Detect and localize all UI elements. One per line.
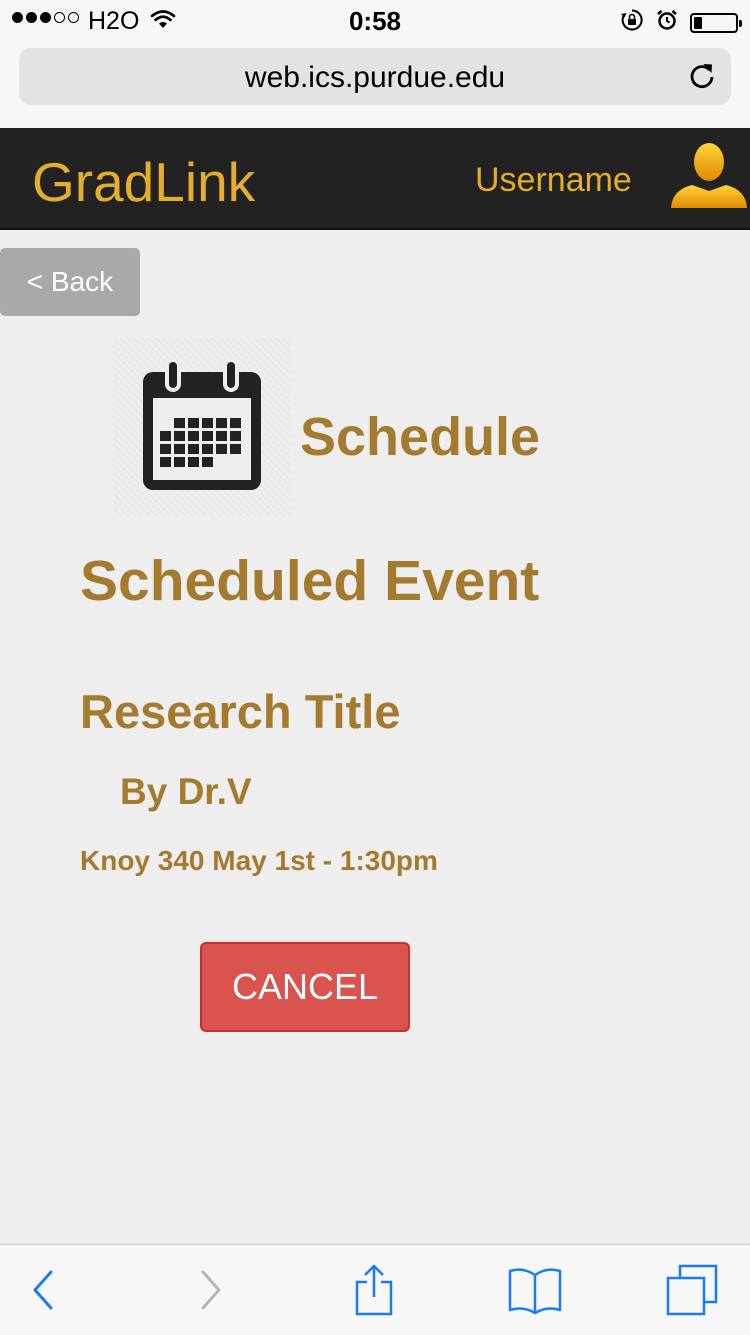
alarm-icon xyxy=(656,9,678,36)
tabs-icon[interactable] xyxy=(652,1245,732,1335)
rotation-lock-icon xyxy=(620,8,644,37)
browser-toolbar xyxy=(0,1244,750,1335)
share-icon[interactable] xyxy=(334,1245,414,1335)
reload-icon[interactable] xyxy=(687,61,717,96)
calendar-icon xyxy=(143,358,261,490)
event-title: Research Title xyxy=(80,685,401,738)
page-title: Scheduled Event xyxy=(80,549,540,613)
event-details: Knoy 340 May 1st - 1:30pm xyxy=(80,845,438,876)
brand-logo[interactable]: GradLink xyxy=(32,150,255,214)
forward-arrow-icon[interactable] xyxy=(171,1245,251,1335)
app-header: GradLink Username xyxy=(0,128,750,230)
battery-icon xyxy=(690,12,742,33)
bookmarks-icon[interactable] xyxy=(495,1245,575,1335)
calendar-tile xyxy=(113,338,291,516)
status-bar: H2O 0:58 xyxy=(0,0,750,40)
user-avatar-icon[interactable] xyxy=(668,138,750,225)
url-text[interactable]: web.ics.purdue.edu xyxy=(19,61,731,95)
event-byline: By Dr.V xyxy=(120,771,252,812)
username-label[interactable]: Username xyxy=(475,161,632,200)
cancel-button[interactable]: CANCEL xyxy=(200,942,410,1032)
back-button[interactable]: < Back xyxy=(0,248,140,316)
browser-chrome: web.ics.purdue.edu xyxy=(0,40,750,128)
battery-level-fill xyxy=(694,16,702,29)
address-bar[interactable]: web.ics.purdue.edu xyxy=(19,48,731,105)
section-title: Schedule xyxy=(300,407,541,467)
back-arrow-icon[interactable] xyxy=(3,1245,83,1335)
